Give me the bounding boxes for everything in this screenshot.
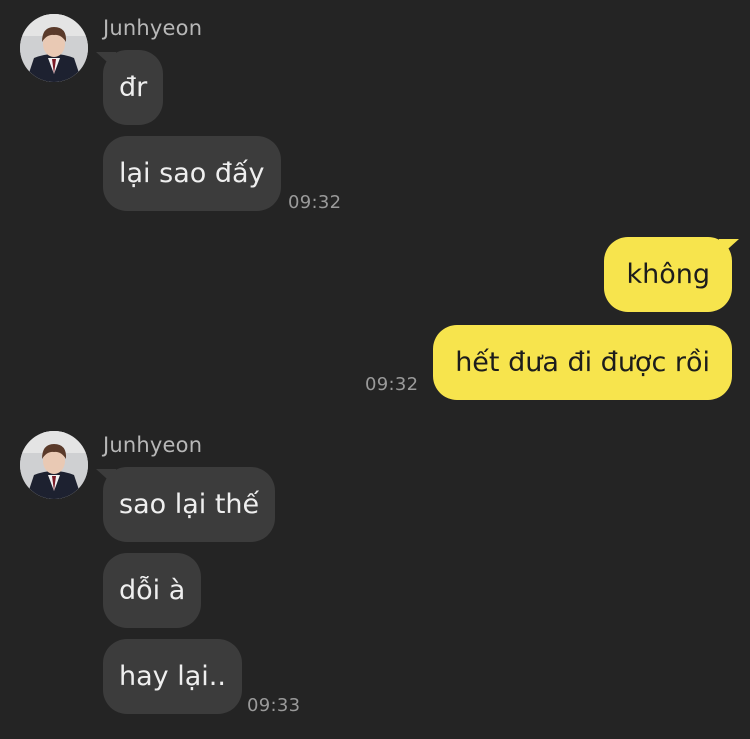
sender-name: Junhyeon [103, 433, 203, 457]
message-bubble[interactable]: dỗi à [103, 553, 202, 628]
sender-avatar[interactable] [20, 14, 88, 82]
sender-name: Junhyeon [103, 16, 203, 40]
message-timestamp: 09:32 [288, 192, 342, 213]
message-bubble[interactable]: đr [103, 50, 164, 125]
message-timestamp: 09:33 [247, 695, 301, 716]
message-bubble[interactable]: hay lại.. [103, 639, 242, 714]
user-avatar-icon [20, 431, 88, 499]
message-bubble[interactable]: sao lại thế [103, 467, 276, 542]
message-timestamp: 09:32 [365, 374, 419, 395]
sender-avatar[interactable] [20, 431, 88, 499]
my-message-bubble[interactable]: không [604, 237, 732, 312]
message-bubble[interactable]: lại sao đấy [103, 136, 281, 211]
my-message-bubble[interactable]: hết đưa đi được rồi [433, 325, 732, 400]
user-avatar-icon [20, 14, 88, 82]
